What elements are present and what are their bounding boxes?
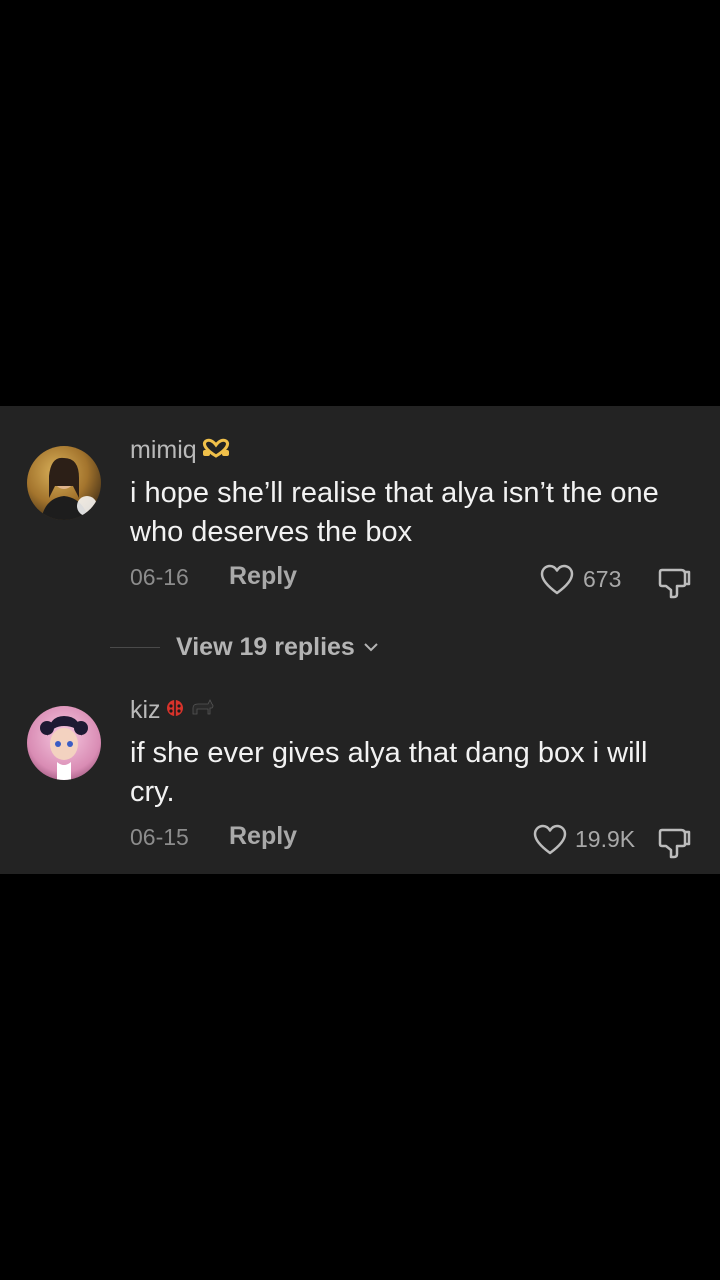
dislike-icon[interactable] <box>657 824 693 860</box>
dislike-icon[interactable] <box>657 564 693 600</box>
avatar[interactable] <box>27 706 101 780</box>
screen: mimiq i hope she’ll realise that alya is… <box>0 0 720 1280</box>
reply-button[interactable]: Reply <box>229 822 297 851</box>
reply-button[interactable]: Reply <box>229 562 297 591</box>
heart-hands-icon <box>200 436 232 465</box>
comments-panel: mimiq i hope she’ll realise that alya is… <box>0 406 720 874</box>
comment-username[interactable]: kiz <box>130 696 216 725</box>
comment-date: 06-15 <box>130 824 189 850</box>
ladybug-cat-icon <box>164 696 216 725</box>
avatar[interactable] <box>27 446 101 520</box>
comment-username[interactable]: mimiq <box>130 436 232 465</box>
chevron-down-icon <box>364 643 378 652</box>
view-replies-button[interactable]: View 19 replies <box>110 632 379 662</box>
username-text: mimiq <box>130 436 197 464</box>
divider <box>110 646 160 648</box>
like-heart-icon[interactable] <box>540 564 574 596</box>
avatar-image <box>27 706 101 780</box>
like-heart-icon[interactable] <box>533 824 567 856</box>
comment-text: i hope she’ll realise that alya isn’t th… <box>130 477 659 548</box>
comment-text: if she ever gives alya that dang box i w… <box>130 737 648 808</box>
avatar-image <box>27 446 101 520</box>
like-count: 19.9K <box>575 826 636 852</box>
username-text: kiz <box>130 696 161 724</box>
comment-date: 06-16 <box>130 564 189 590</box>
like-count: 673 <box>583 566 622 592</box>
view-replies-label: View 19 replies <box>176 632 355 661</box>
